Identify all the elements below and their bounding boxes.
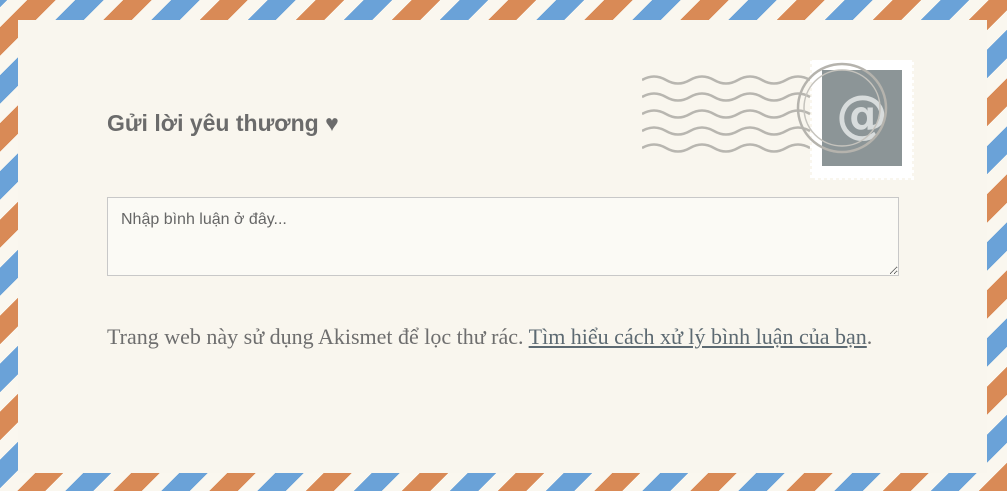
akismet-notice: Trang web này sử dụng Akismet để lọc thư…: [107, 316, 907, 357]
comment-input[interactable]: [108, 198, 898, 275]
postmark-waves-icon: [642, 75, 811, 153]
privacy-link[interactable]: Tìm hiểu cách xử lý bình luận của bạn: [529, 324, 867, 349]
comment-field-wrapper: [107, 197, 899, 276]
akismet-notice-text: Trang web này sử dụng Akismet để lọc thư…: [107, 324, 529, 349]
svg-text:@: @: [836, 85, 888, 145]
comment-form-title: Gửi lời yêu thương ♥: [107, 110, 339, 136]
notice-suffix: .: [866, 324, 873, 349]
airmail-envelope: @ Gửi lời yêu thương ♥ Trang web này sử …: [0, 0, 1007, 491]
comment-card: @ Gửi lời yêu thương ♥ Trang web này sử …: [18, 20, 987, 473]
postage-stamp-icon: @: [642, 60, 914, 180]
